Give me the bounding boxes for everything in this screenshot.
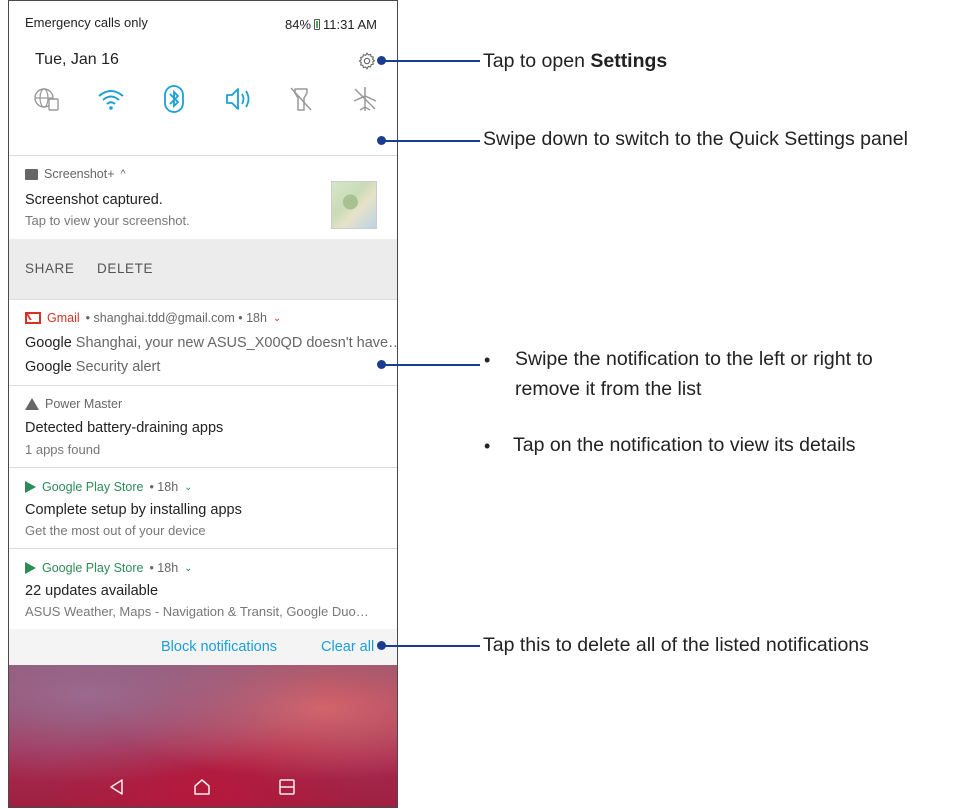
volume-icon[interactable] <box>218 81 258 117</box>
play-store-icon <box>25 562 36 574</box>
wallpaper <box>9 665 397 807</box>
notification-text: 1 apps found <box>25 442 101 457</box>
app-name: Google Play Store <box>42 561 144 575</box>
play-store-icon <box>25 481 36 493</box>
bluetooth-icon[interactable] <box>154 81 194 117</box>
app-name: Screenshot+ <box>44 167 115 181</box>
annotation-quick-settings: Swipe down to switch to the Quick Settin… <box>483 128 908 150</box>
chevron-down-icon[interactable]: ⌄ <box>273 313 281 324</box>
battery-percent: 84% <box>285 17 312 32</box>
divider <box>9 299 397 300</box>
status-right: 84% 11:31 AM <box>285 17 377 32</box>
app-name: Power Master <box>45 397 123 411</box>
notification-title: Complete setup by installing apps <box>25 502 242 518</box>
home-icon[interactable] <box>192 777 212 797</box>
notification-footer: Block notifications Clear all <box>9 629 397 665</box>
notification-text: Get the most out of your device <box>25 523 206 538</box>
quick-settings-row <box>21 81 391 117</box>
wifi-icon[interactable] <box>91 81 131 117</box>
annotation-tap-details: Tap on the notification to view its deta… <box>513 434 856 456</box>
gmail-icon <box>25 312 42 324</box>
settings-gear-icon[interactable] <box>357 51 377 71</box>
notification-title: Screenshot captured. <box>25 192 163 208</box>
divider <box>9 385 397 386</box>
image-icon <box>25 168 38 180</box>
notification-app-line: Screenshot+ ^ <box>25 167 126 181</box>
sender: Google <box>25 335 72 351</box>
clock: 11:31 AM <box>323 17 377 32</box>
notification-line: Google Security alert <box>25 359 160 375</box>
notification-shade-screenshot: Emergency calls only 84% 11:31 AM Tue, J… <box>8 0 398 808</box>
sender: Google <box>25 359 72 375</box>
annotation-text: Tap to open <box>483 50 591 72</box>
clear-all-button[interactable]: Clear all <box>321 639 374 655</box>
power-master-icon <box>25 398 39 410</box>
notification-app-line: Power Master <box>25 397 122 411</box>
annotation-swipe-2: remove it from the list <box>515 378 702 400</box>
notification-meta: • shanghai.tdd@gmail.com • 18h <box>85 311 267 325</box>
bullet: • <box>484 350 491 370</box>
divider <box>9 467 397 468</box>
annotation-settings: Tap to open Settings <box>483 50 667 73</box>
notification-text: Tap to view your screenshot. <box>25 213 190 228</box>
divider <box>9 548 397 549</box>
screenshot-thumbnail[interactable] <box>331 181 377 229</box>
app-name: Gmail <box>47 311 80 325</box>
callout-line <box>384 645 480 647</box>
message-preview: Security alert <box>75 359 161 375</box>
notification-title: 22 updates available <box>25 583 159 599</box>
notification-meta: • 18h <box>149 561 179 575</box>
notification-meta: • 18h <box>149 480 179 494</box>
callout-line <box>384 140 480 142</box>
chevron-up-icon[interactable]: ^ <box>121 168 126 180</box>
battery-icon <box>314 19 321 30</box>
notification-line: Google Shanghai, your new ASUS_X00QD doe… <box>25 335 398 351</box>
status-text: Emergency calls only <box>25 15 148 30</box>
notification-app-line: Gmail • shanghai.tdd@gmail.com • 18h ⌄ <box>25 311 281 325</box>
app-name: Google Play Store <box>42 480 144 494</box>
notification-app-line: Google Play Store • 18h ⌄ <box>25 480 193 494</box>
annotation-bold-text: Settings <box>590 50 668 72</box>
message-preview: Shanghai, your new ASUS_X00QD doesn't ha… <box>75 335 398 351</box>
back-icon[interactable] <box>107 777 127 797</box>
notification-actions: SHARE DELETE <box>9 239 397 299</box>
divider <box>9 155 397 156</box>
chevron-down-icon[interactable]: ⌄ <box>184 482 192 493</box>
chevron-down-icon[interactable]: ⌄ <box>184 563 192 574</box>
notification-app-line: Google Play Store • 18h ⌄ <box>25 561 193 575</box>
notification-title: Detected battery-draining apps <box>25 420 224 436</box>
bullet: • <box>484 436 491 456</box>
notification-text: ASUS Weather, Maps - Navigation & Transi… <box>25 604 369 619</box>
recents-icon[interactable] <box>277 777 297 797</box>
callout-line <box>384 60 480 62</box>
annotation-clear-all: Tap this to delete all of the listed not… <box>483 634 869 656</box>
flashlight-icon[interactable] <box>281 81 321 117</box>
block-notifications-button[interactable]: Block notifications <box>161 639 277 655</box>
share-button[interactable]: SHARE <box>25 261 75 276</box>
callout-line <box>384 364 480 366</box>
delete-button[interactable]: DELETE <box>97 261 153 276</box>
annotation-swipe-1: Swipe the notification to the left or ri… <box>515 348 873 370</box>
airplane-icon[interactable] <box>345 81 385 117</box>
date-label: Tue, Jan 16 <box>35 51 119 68</box>
globe-sim-icon[interactable] <box>27 81 67 117</box>
